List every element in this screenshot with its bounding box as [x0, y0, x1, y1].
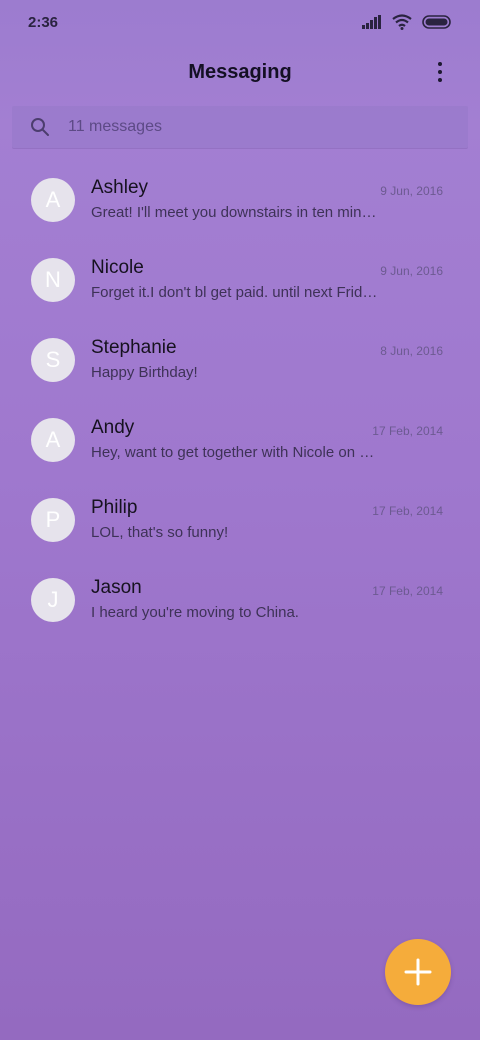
avatar: J — [31, 578, 75, 622]
signal-icon — [362, 15, 381, 29]
contact-name: Stephanie — [91, 337, 177, 358]
more-options-button[interactable] — [426, 56, 454, 88]
message-date: 9 Jun, 2016 — [380, 264, 443, 278]
message-snippet: LOL, that's so funny! — [91, 524, 229, 541]
search-icon — [31, 118, 49, 136]
list-item[interactable]: P Philip 17 Feb, 2014 LOL, that's so fun… — [0, 480, 480, 560]
message-snippet: Hey, want to get together with Nicole on… — [91, 444, 375, 461]
list-item[interactable]: S Stephanie 8 Jun, 2016 Happy Birthday! — [0, 320, 480, 400]
conversation-list: A Ashley 9 Jun, 2016 Great! I'll meet yo… — [0, 160, 480, 640]
wifi-icon — [392, 14, 412, 30]
message-date: 8 Jun, 2016 — [380, 344, 443, 358]
plus-icon — [404, 958, 432, 986]
message-date: 17 Feb, 2014 — [372, 424, 443, 438]
contact-name: Philip — [91, 497, 138, 518]
message-date: 17 Feb, 2014 — [372, 504, 443, 518]
contact-name: Ashley — [91, 177, 149, 198]
avatar: S — [31, 338, 75, 382]
status-bar: 2:36 — [0, 0, 480, 44]
list-item[interactable]: A Andy 17 Feb, 2014 Hey, want to get tog… — [0, 400, 480, 480]
more-vert-icon — [438, 62, 442, 66]
list-item[interactable]: N Nicole 9 Jun, 2016 Forget it.I don't b… — [0, 240, 480, 320]
battery-icon — [422, 15, 451, 29]
avatar: N — [31, 258, 75, 302]
message-snippet: I heard you're moving to China. — [91, 604, 299, 621]
search-bar[interactable]: 11 messages — [12, 106, 468, 148]
compose-button[interactable] — [385, 939, 451, 1005]
avatar: A — [31, 178, 75, 222]
contact-name: Jason — [91, 577, 142, 598]
avatar: A — [31, 418, 75, 462]
contact-name: Andy — [91, 417, 135, 438]
app-bar: Messaging — [0, 44, 480, 100]
status-icons — [362, 14, 452, 30]
message-snippet: Great! I'll meet you downstairs in ten m… — [91, 204, 377, 221]
status-time: 2:36 — [28, 13, 59, 31]
page-title: Messaging — [188, 60, 292, 83]
message-date: 17 Feb, 2014 — [372, 584, 443, 598]
contact-name: Nicole — [91, 257, 144, 278]
message-snippet: Happy Birthday! — [91, 364, 198, 381]
list-item[interactable]: A Ashley 9 Jun, 2016 Great! I'll meet yo… — [0, 160, 480, 240]
search-input[interactable]: 11 messages — [68, 118, 162, 136]
list-item[interactable]: J Jason 17 Feb, 2014 I heard you're movi… — [0, 560, 480, 640]
message-snippet: Forget it.I don't bl get paid. until nex… — [91, 284, 378, 301]
avatar: P — [31, 498, 75, 542]
message-date: 9 Jun, 2016 — [380, 184, 443, 198]
